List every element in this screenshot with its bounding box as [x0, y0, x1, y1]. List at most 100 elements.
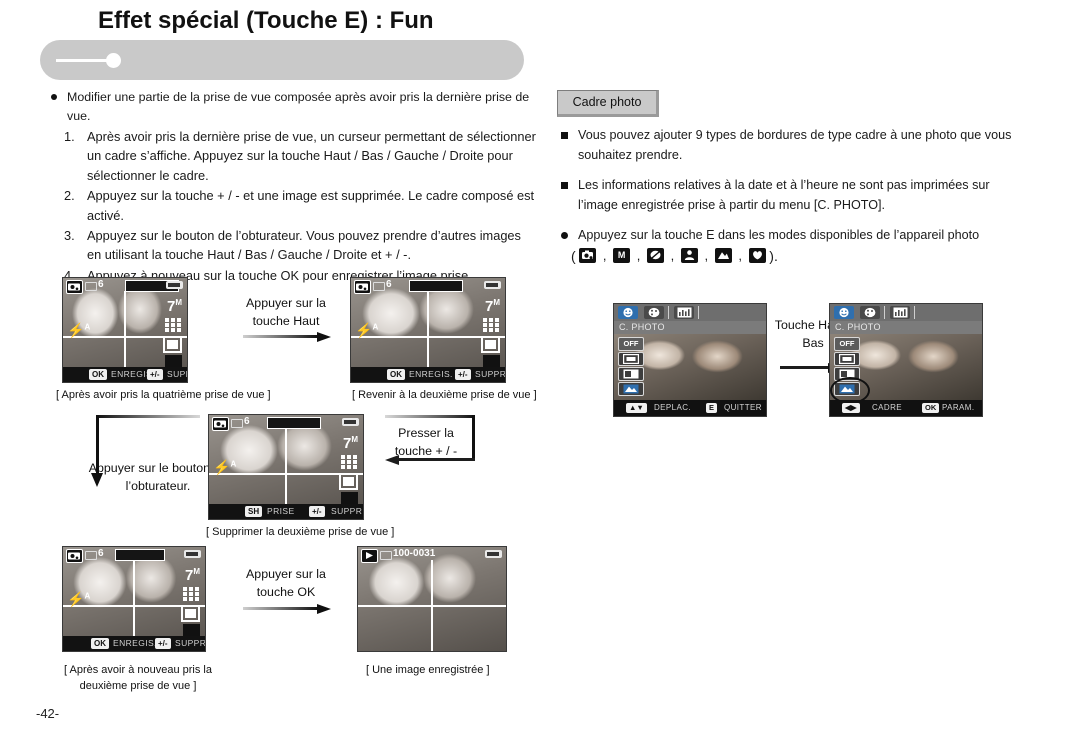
battery-icon [484, 281, 501, 289]
menu-item-off[interactable]: OFF [618, 337, 644, 351]
ok-key-badge[interactable]: OK [91, 638, 109, 649]
page-title: Effet spécial (Touche E) : Fun [98, 7, 434, 34]
tab-image[interactable] [890, 306, 910, 319]
metering-icon [339, 473, 358, 490]
ok-key-label: ENREGIS. [409, 369, 453, 379]
deplac-label: DEPLAC. [654, 403, 692, 412]
tab-color[interactable] [644, 306, 664, 319]
square-bullet-icon [561, 182, 568, 189]
e-key-badge[interactable]: E [706, 403, 718, 413]
param-label: PARAM. [942, 403, 975, 412]
frame-divider-horizontal [358, 605, 506, 607]
menu-item-off[interactable]: OFF [834, 337, 860, 351]
frame-divider-vertical [427, 291, 429, 367]
camera-menu-c-photo-frame: C. PHOTO OFF ◀▶ CADRE OK PARAM. [829, 303, 983, 417]
menu-item-frame-1[interactable] [618, 352, 644, 366]
resolution-indicator: 7M [485, 298, 500, 315]
resolution-unit: M [493, 298, 500, 307]
shutter-key-badge[interactable]: SH [245, 506, 263, 517]
label-press-ok: Appuyer sur la touche OK [246, 567, 326, 599]
step-number: 2. [64, 188, 75, 204]
step-item: 2. Appuyez sur la touche + / - et une im… [46, 186, 536, 225]
label-press-shutter: Appuyer sur le bouton de l’obturateur. [88, 461, 228, 493]
resolution-unit: M [351, 435, 358, 444]
program-mode-badge-icon [354, 280, 371, 294]
memory-card-icon [373, 282, 385, 291]
frame-selection-box [409, 280, 463, 292]
tab-effect[interactable] [834, 306, 854, 319]
tab-separator [698, 306, 699, 319]
menu-item-frame-2[interactable] [618, 367, 644, 381]
ok-key-badge[interactable]: OK [89, 369, 107, 380]
note-item: Vous pouvez ajouter 9 types de bordures … [557, 126, 1027, 165]
right-column-text: Vous pouvez ajouter 9 types de bordures … [557, 126, 1027, 246]
metering-icon [481, 336, 500, 353]
menu-title: C. PHOTO [619, 322, 665, 332]
mode-separator: , [602, 247, 607, 263]
menu-item-frame-3[interactable] [618, 382, 644, 396]
frame-id: 100-0031 [393, 548, 436, 559]
flash-auto-icon: ⚡A [67, 591, 91, 607]
plus-minus-key-badge[interactable]: +/- [455, 369, 471, 380]
manual-page: Effet spécial (Touche E) : Fun Modifier … [0, 0, 1080, 746]
plus-minus-key-label: SUPPRIMER [331, 506, 363, 516]
leftright-key-badge[interactable]: ◀▶ [842, 403, 860, 413]
cadre-photo-tab-label: Cadre photo [572, 95, 642, 109]
lcd-bottom-bar: SH PRISE +/- SUPPRIMER [209, 504, 363, 519]
plus-minus-key-badge[interactable]: +/- [147, 369, 163, 380]
menu-title: C. PHOTO [835, 322, 881, 332]
tab-effect[interactable] [618, 306, 638, 319]
shutter-key-label: PRISE [267, 506, 295, 516]
tab-image[interactable] [674, 306, 694, 319]
camera-screen-delete-second-shot: 6 7M ⚡A SH PRISE +/- SUPPRIMER [208, 414, 364, 520]
battery-icon [485, 550, 502, 558]
menu-title-row: C. PHOTO [614, 321, 766, 334]
updown-key-badge[interactable]: ▲▼ [626, 403, 647, 413]
camera-menu-c-photo-off: C. PHOTO OFF ▲▼ DEPLAC. E QUITTER [613, 303, 767, 417]
shots-remaining: 6 [98, 279, 104, 290]
resolution-indicator: 7M [343, 435, 358, 452]
frame-divider-vertical [285, 428, 287, 504]
metering-icon [181, 605, 200, 622]
ok-key-badge[interactable]: OK [387, 369, 405, 380]
battery-icon [184, 550, 201, 558]
memory-card-icon [85, 551, 97, 560]
metering-icon [163, 336, 182, 353]
note-text: Les informations relatives à la date et … [578, 178, 990, 212]
mode-separator: , [704, 247, 709, 263]
camera-screen-saved-image: 100-0031 [357, 546, 507, 652]
quitter-label: QUITTER [724, 403, 762, 412]
cadre-photo-tab: Cadre photo [557, 90, 659, 117]
mode-note-item: Appuyez sur la touche E dans les modes d… [557, 226, 1027, 246]
plus-minus-key-label: SUPPRIMER [475, 369, 506, 379]
mode-separator: , [738, 247, 743, 263]
resolution-unit: M [193, 567, 200, 576]
program-mode-badge-icon [66, 549, 83, 563]
tab-color[interactable] [860, 306, 880, 319]
plus-minus-key-badge[interactable]: +/- [155, 638, 171, 649]
landscape-mode-icon [714, 248, 732, 264]
portrait-mode-icon [680, 248, 698, 264]
ok-key-label: ENREGIS. [113, 638, 157, 648]
plus-minus-key-badge[interactable]: +/- [309, 506, 325, 517]
caption-retaken-second-shot: [ Après avoir à nouveau pris la deuxième… [64, 664, 212, 692]
left-column-text: Modifier une partie de la prise de vue c… [46, 88, 536, 285]
memory-card-icon [231, 419, 243, 428]
page-title-banner [40, 40, 524, 80]
menu-tab-row [614, 304, 766, 321]
ok-key-badge[interactable]: OK [922, 403, 940, 413]
menu-item-frame-1[interactable] [834, 352, 860, 366]
intro-bullet: Modifier une partie de la prise de vue c… [46, 88, 536, 126]
lcd-status-bar: 6 [351, 278, 505, 294]
resolution-unit: M [175, 298, 182, 307]
frame-selection-box [267, 417, 321, 429]
step-text: Après avoir pris la dernière prise de vu… [87, 129, 536, 183]
resolution-indicator: 7M [167, 298, 182, 315]
macro-mode-icon [748, 248, 766, 264]
shots-remaining: 6 [386, 279, 392, 290]
label-press-up: Appuyer sur la touche Haut [246, 296, 326, 328]
tab-separator [884, 306, 885, 319]
menu-bottom-bar: ◀▶ CADRE OK PARAM. [830, 400, 982, 416]
arrow-right-1-icon [243, 332, 331, 342]
step-number: 1. [64, 129, 75, 144]
